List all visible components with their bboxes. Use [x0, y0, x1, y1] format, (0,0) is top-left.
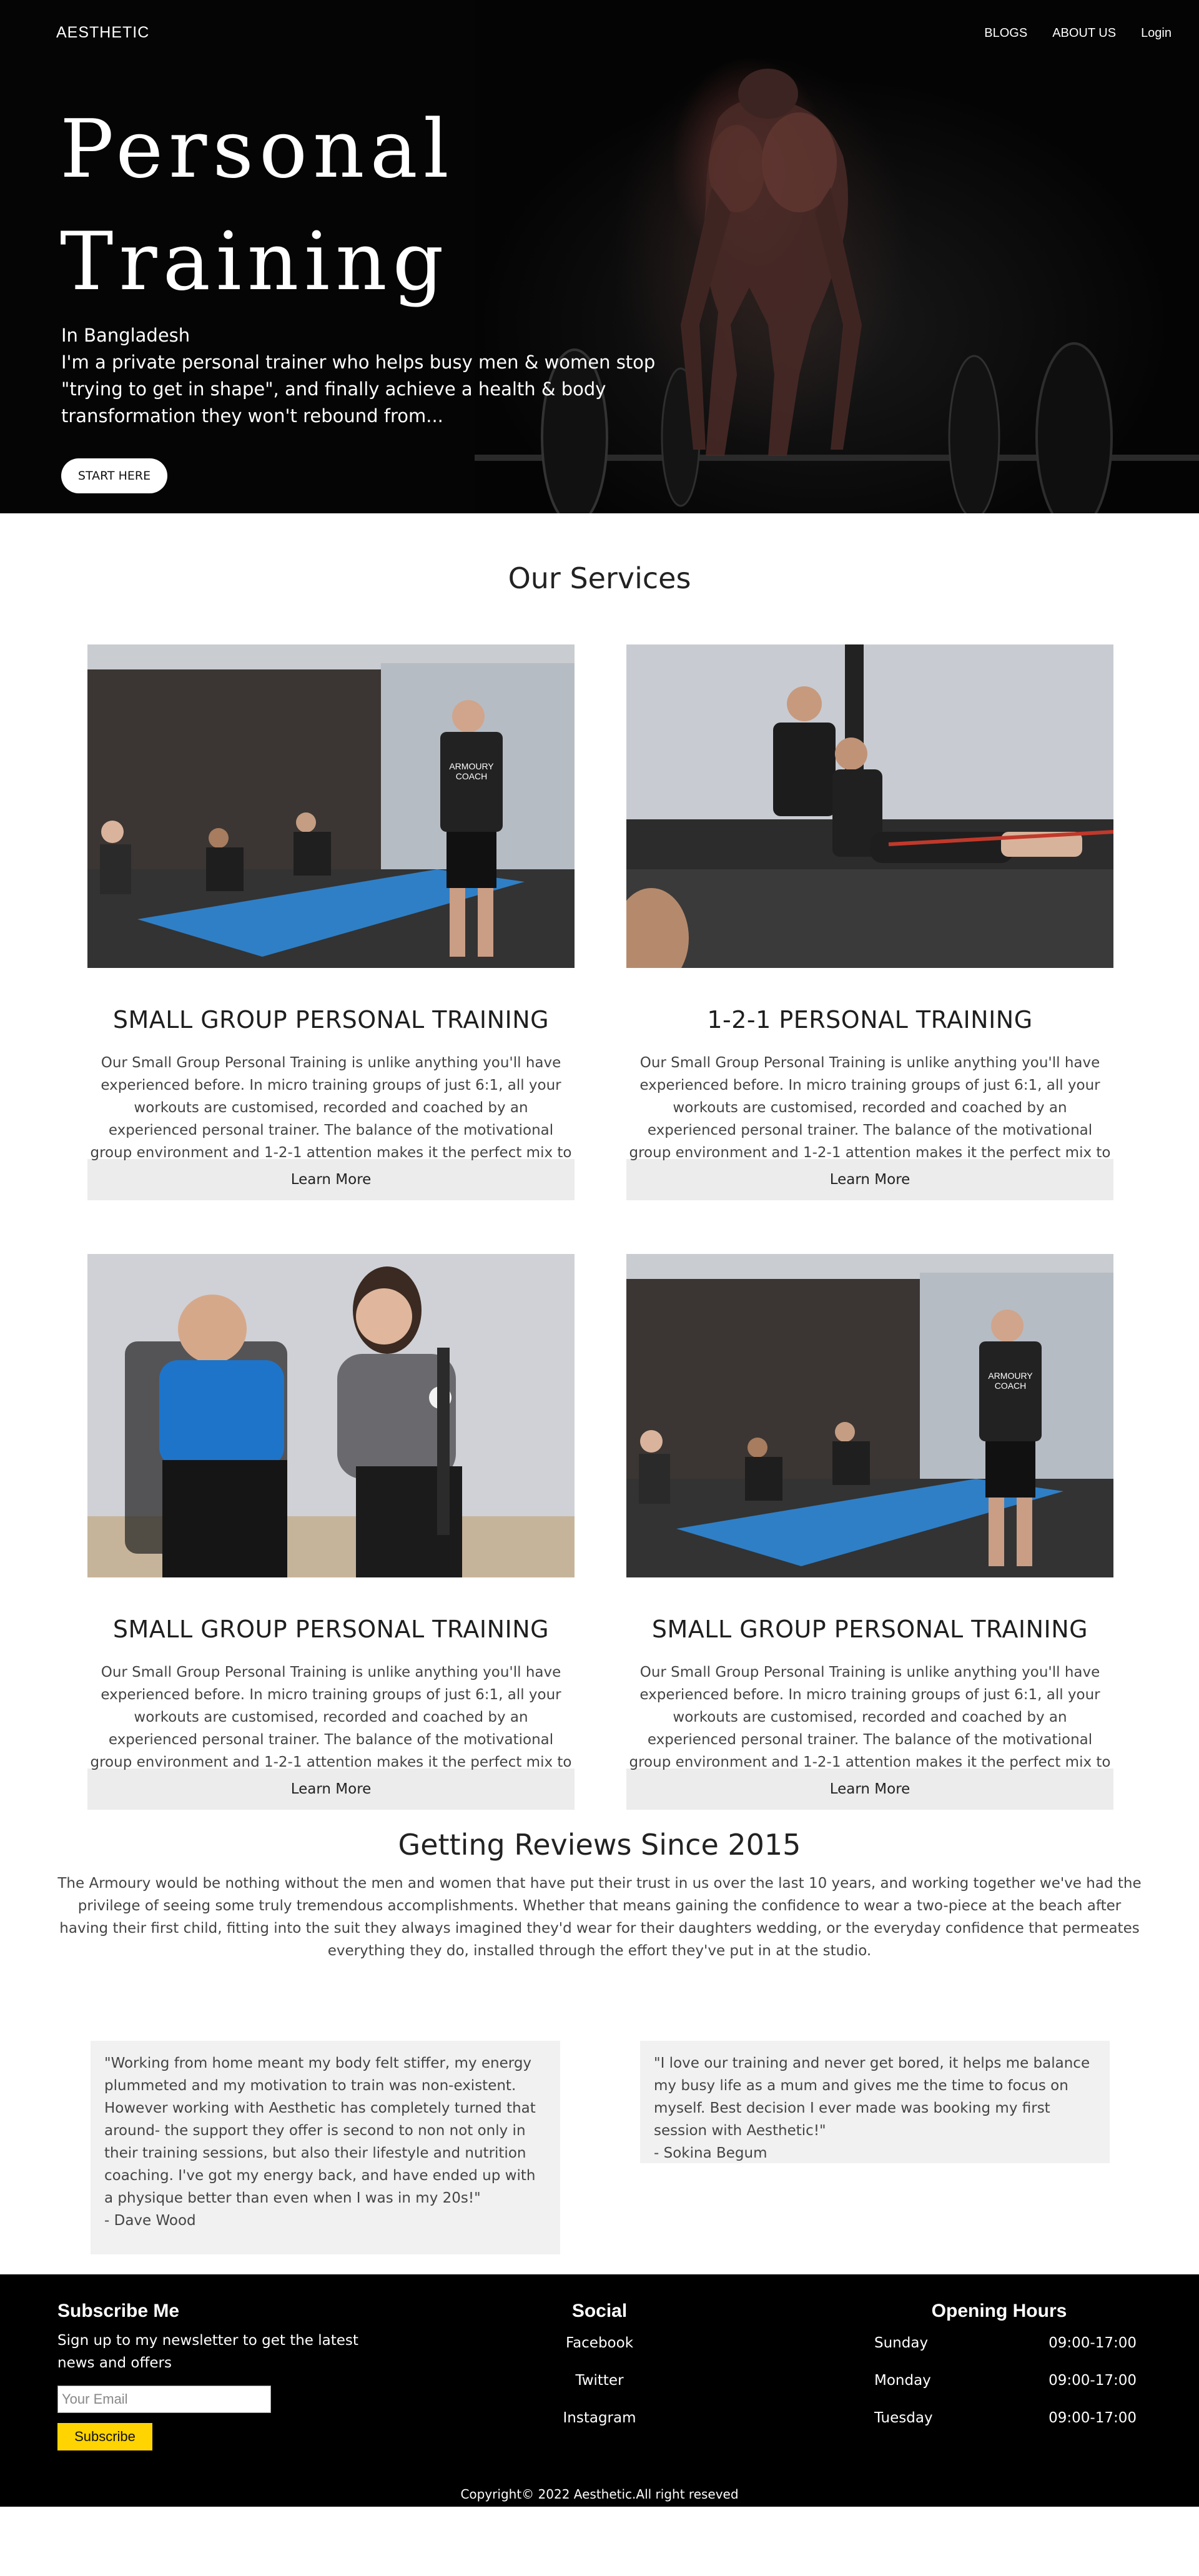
day-label: Monday [874, 2372, 931, 2389]
learn-more-button[interactable]: Learn More [626, 1769, 1113, 1810]
social-link-instagram[interactable]: Instagram [537, 2399, 662, 2437]
day-label: Sunday [874, 2335, 929, 2351]
svg-text:ARMOURY: ARMOURY [449, 761, 494, 771]
service-card-description: Our Small Group Personal Training is unl… [90, 1664, 572, 1770]
hero-subtitle: In Bangladesh [61, 325, 190, 346]
testimonial-author: - Dave Wood [104, 2213, 196, 2229]
reviews-intro: The Armoury would be nothing without the… [57, 1875, 1142, 1959]
social-link-twitter[interactable]: Twitter [537, 2362, 662, 2399]
svg-text:COACH: COACH [995, 1381, 1027, 1391]
time-label: 09:00-17:00 [1049, 2410, 1137, 2426]
hero-title-line1: Personal [60, 103, 455, 196]
opening-hours-title: Opening Hours [931, 2301, 1067, 2321]
opening-hours-section: Opening Hours Sunday 09:00-17:00 Monday … [862, 2301, 1137, 2437]
hero-description: I'm a private personal trainer who helps… [61, 352, 656, 427]
opening-hours-row: Tuesday 09:00-17:00 [862, 2399, 1137, 2437]
service-card-title: SMALL GROUP PERSONAL TRAINING [112, 1006, 550, 1034]
testimonial-author: - Sokina Begum [654, 2145, 767, 2161]
start-here-button[interactable]: START HERE [61, 458, 167, 493]
day-label: Tuesday [874, 2410, 933, 2426]
hero-background-photo [475, 0, 1199, 513]
group-training-photo: ARMOURY COACH [87, 644, 575, 968]
consultation-photo [87, 1254, 575, 1577]
service-card-description: Our Small Group Personal Training is unl… [629, 1664, 1111, 1770]
footer: Subscribe Me Sign up to my newsletter to… [0, 2274, 1199, 2507]
social-section: Social Facebook Twitter Instagram [537, 2301, 662, 2437]
testimonial-quote: "I love our training and never get bored… [654, 2055, 1090, 2139]
subscribe-text: Sign up to my newsletter to get the late… [57, 2332, 358, 2371]
services-title: Our Services [508, 561, 691, 595]
service-card-title: SMALL GROUP PERSONAL TRAINING [112, 1616, 550, 1643]
hero-title-line2: Training [60, 215, 450, 308]
service-card: ARMOURY COACH SMALL GROUP PERSONAL TRAIN… [87, 644, 575, 1200]
hero-section: AESTHETIC BLOGS ABOUT US Login Personal … [0, 0, 1199, 513]
service-card-title: 1-2-1 PERSONAL TRAINING [707, 1006, 1033, 1034]
svg-text:ARMOURY: ARMOURY [988, 1371, 1033, 1381]
services-grid: ARMOURY COACH SMALL GROUP PERSONAL TRAIN… [0, 597, 1199, 1827]
service-card: SMALL GROUP PERSONAL TRAINING Our Small … [87, 1254, 575, 1810]
nav-link-login[interactable]: Login [1141, 26, 1172, 41]
learn-more-button[interactable]: Learn More [626, 1159, 1113, 1200]
subscribe-title: Subscribe Me [57, 2301, 180, 2321]
subscribe-button[interactable]: Subscribe [57, 2423, 152, 2450]
brand-logo[interactable]: AESTHETIC [56, 24, 149, 42]
one-to-one-training-photo [626, 644, 1113, 968]
opening-hours-row: Sunday 09:00-17:00 [862, 2324, 1137, 2362]
social-title: Social [571, 2301, 628, 2321]
athlete-deadlift-illustration [475, 69, 1199, 513]
testimonials: "Working from home meant my body felt st… [0, 1962, 1199, 2262]
nav-link-blogs[interactable]: BLOGS [984, 26, 1027, 41]
svg-text:COACH: COACH [456, 771, 488, 781]
subscribe-section: Subscribe Me Sign up to my newsletter to… [57, 2301, 370, 2450]
nav-link-about-us[interactable]: ABOUT US [1052, 26, 1116, 41]
learn-more-button[interactable]: Learn More [87, 1769, 575, 1810]
top-navigation: AESTHETIC BLOGS ABOUT US Login [0, 0, 1199, 69]
learn-more-button[interactable]: Learn More [87, 1159, 575, 1200]
group-training-photo: ARMOURY COACH [626, 1254, 1113, 1577]
opening-hours-row: Monday 09:00-17:00 [862, 2362, 1137, 2399]
service-card: ARMOURY COACH SMALL GROUP PERSONAL TRAIN… [626, 1254, 1113, 1810]
email-field[interactable] [57, 2386, 271, 2413]
service-card-description: Our Small Group Personal Training is unl… [629, 1055, 1111, 1161]
hero-title: Personal Training [60, 94, 455, 318]
testimonial-card: "I love our training and never get bored… [640, 2041, 1110, 2163]
service-card: 1-2-1 PERSONAL TRAINING Our Small Group … [626, 644, 1113, 1200]
reviews-title: Getting Reviews Since 2015 [398, 1828, 801, 1862]
testimonial-card: "Working from home meant my body felt st… [91, 2041, 560, 2254]
service-card-title: SMALL GROUP PERSONAL TRAINING [651, 1616, 1088, 1643]
service-card-description: Our Small Group Personal Training is unl… [90, 1055, 572, 1161]
copyright-text: Copyright© 2022 Aesthetic.All right rese… [460, 2487, 739, 2502]
testimonial-quote: "Working from home meant my body felt st… [104, 2055, 536, 2206]
time-label: 09:00-17:00 [1049, 2372, 1137, 2389]
social-link-facebook[interactable]: Facebook [537, 2324, 662, 2362]
time-label: 09:00-17:00 [1049, 2335, 1137, 2351]
nav-links: BLOGS ABOUT US Login [984, 26, 1172, 41]
